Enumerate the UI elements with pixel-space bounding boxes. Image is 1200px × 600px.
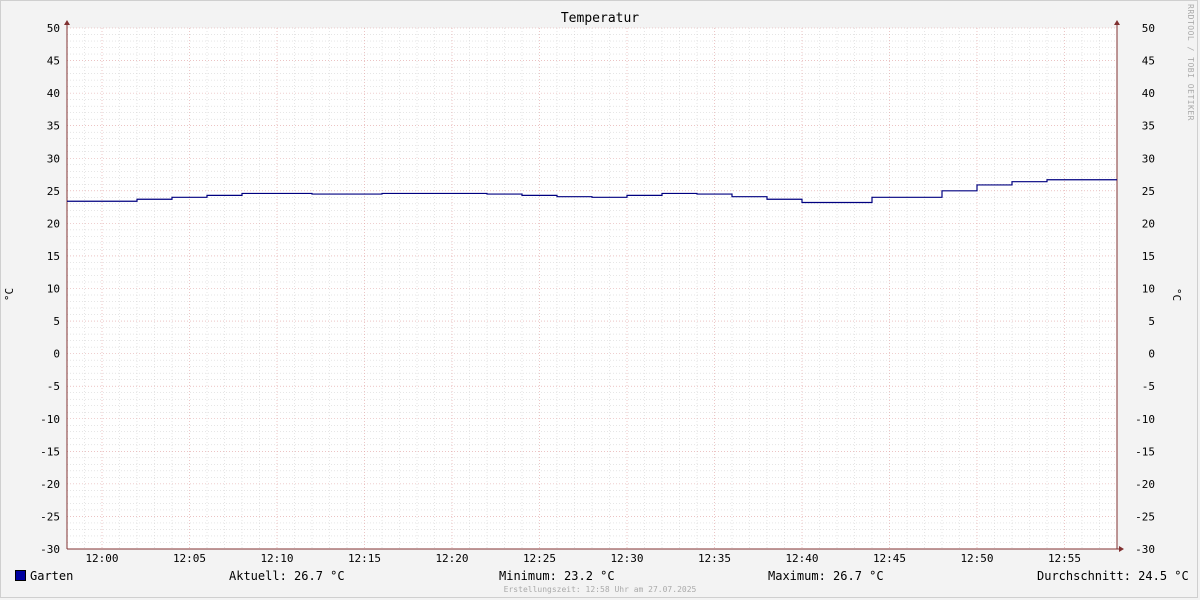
y-tick-label-left: 45 xyxy=(47,55,60,68)
y-tick-label-right: 20 xyxy=(1142,217,1155,230)
x-tick-label: 12:10 xyxy=(260,552,293,565)
y-tick-label-right: 40 xyxy=(1142,87,1155,100)
y-tick-label-left: 30 xyxy=(47,152,60,165)
x-tick-label: 12:55 xyxy=(1048,552,1081,565)
y-tick-label-left: 0 xyxy=(53,348,60,361)
y-tick-label-left: 5 xyxy=(53,315,60,328)
x-tick-label: 12:50 xyxy=(960,552,993,565)
x-tick-label: 12:00 xyxy=(85,552,118,565)
y-tick-label-right: 5 xyxy=(1148,315,1155,328)
x-tick-label: 12:25 xyxy=(523,552,556,565)
y-tick-label-right: -25 xyxy=(1135,510,1155,523)
y-tick-label-left: 10 xyxy=(47,283,60,296)
chart-svg: 50 5045 4540 4035 3530 3025 2520 2015 1510 105 50 0… xyxy=(40,20,1155,565)
x-tick-label: 12:40 xyxy=(785,552,818,565)
y-tick-label-left: -10 xyxy=(40,413,60,426)
x-axis-arrow xyxy=(1119,546,1124,552)
x-tick-label: 12:20 xyxy=(435,552,468,565)
watermark: RRDTOOL / TOBI OETIKER xyxy=(1186,4,1195,121)
legend-series-name: Garten xyxy=(30,569,74,583)
y-tick-label-right: -5 xyxy=(1142,380,1155,393)
y-tick-label-left: -20 xyxy=(40,478,60,491)
footer-timestamp: Erstellungszeit: 12:58 Uhr am 27.07.2025 xyxy=(503,585,697,594)
x-tick-label: 12:15 xyxy=(348,552,381,565)
y-tick-label-right: -30 xyxy=(1135,543,1155,556)
y-tick-label-right: 15 xyxy=(1142,250,1155,263)
x-tick-label: 12:05 xyxy=(173,552,206,565)
y-tick-label-right: 25 xyxy=(1142,185,1155,198)
y-tick-label-left: 35 xyxy=(47,120,60,133)
y-tick-label-left: -30 xyxy=(40,543,60,556)
y-axis-label-left: °C xyxy=(3,287,17,302)
legend-maximum: Maximum: 26.7 °C xyxy=(768,569,884,583)
y-tick-label-left: -15 xyxy=(40,445,60,458)
y-tick-label-left: -5 xyxy=(47,380,60,393)
y-tick-label-right: -15 xyxy=(1135,445,1155,458)
x-tick-label: 12:30 xyxy=(610,552,643,565)
y-tick-label-right: 0 xyxy=(1148,348,1155,361)
y-tick-label-right: -10 xyxy=(1135,413,1155,426)
y-tick-label-right: -20 xyxy=(1135,478,1155,491)
y-axis-label-right: °C xyxy=(1170,287,1184,302)
x-tick-label: 12:45 xyxy=(873,552,906,565)
legend-minimum: Minimum: 23.2 °C xyxy=(499,569,615,583)
y-tick-label-left: -25 xyxy=(40,510,60,523)
x-tick-label: 12:35 xyxy=(698,552,731,565)
y-tick-label-left: 15 xyxy=(47,250,60,263)
y-tick-label-right: 35 xyxy=(1142,120,1155,133)
y-tick-label-left: 20 xyxy=(47,217,60,230)
y-tick-label-right: 45 xyxy=(1142,55,1155,68)
y-tick-label-left: 25 xyxy=(47,185,60,198)
y-tick-label-left: 40 xyxy=(47,87,60,100)
legend-current: Aktuell: 26.7 °C xyxy=(229,569,345,583)
legend-average: Durchschnitt: 24.5 °C xyxy=(1037,569,1189,583)
chart-title: Temperatur xyxy=(560,11,640,26)
y-tick-label-right: 30 xyxy=(1142,152,1155,165)
y-tick-label-right: 10 xyxy=(1142,283,1155,296)
legend-swatch xyxy=(15,570,26,581)
